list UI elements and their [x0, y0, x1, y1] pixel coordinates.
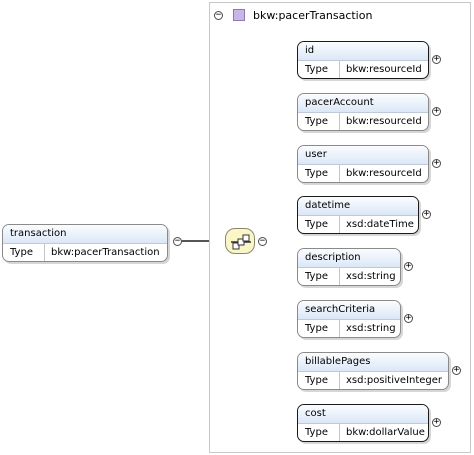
element-type-row: Type bkw:resourceId: [298, 61, 428, 78]
collapse-icon[interactable]: −: [173, 237, 182, 246]
expand-icon[interactable]: +: [404, 262, 413, 271]
sequence-compositor[interactable]: [225, 228, 255, 254]
element-billablePages[interactable]: billablePages Type xsd:positiveInteger: [297, 352, 449, 390]
expand-icon[interactable]: +: [432, 55, 441, 64]
expand-icon[interactable]: +: [452, 366, 461, 375]
type-value: bkw:dollarValue: [346, 427, 425, 438]
sequence-icon: [231, 234, 251, 250]
expand-icon[interactable]: +: [432, 107, 441, 116]
type-label: Type: [298, 216, 340, 233]
type-label: Type: [298, 61, 340, 78]
element-type-row: Type xsd:string: [298, 268, 400, 285]
complex-type-icon: [233, 9, 245, 21]
complex-type-header: − bkw:pacerTransaction: [214, 6, 372, 24]
collapse-icon[interactable]: −: [214, 10, 223, 20]
element-type-row: Type bkw:pacerTransaction: [3, 244, 167, 261]
type-label: Type: [298, 113, 340, 130]
type-label: Type: [3, 244, 45, 261]
element-pacerAccount[interactable]: pacerAccount Type bkw:resourceId: [297, 93, 429, 131]
type-value: xsd:positiveInteger: [346, 375, 443, 386]
element-name: datetime: [298, 197, 418, 216]
type-label: Type: [298, 165, 340, 182]
element-type-row: Type xsd:string: [298, 320, 400, 337]
element-name: id: [298, 42, 428, 61]
element-name: cost: [298, 405, 428, 424]
element-type-row: Type bkw:resourceId: [298, 165, 428, 182]
element-name: description: [298, 249, 400, 268]
element-searchCriteria[interactable]: searchCriteria Type xsd:string: [297, 300, 401, 338]
element-description[interactable]: description Type xsd:string: [297, 248, 401, 286]
element-id[interactable]: id Type bkw:resourceId: [297, 41, 429, 79]
element-type-row: Type bkw:resourceId: [298, 113, 428, 130]
element-user[interactable]: user Type bkw:resourceId: [297, 145, 429, 183]
expand-icon[interactable]: +: [432, 418, 441, 427]
type-value: bkw:resourceId: [346, 64, 422, 75]
element-datetime[interactable]: datetime Type xsd:dateTime: [297, 196, 419, 234]
element-cost[interactable]: cost Type bkw:dollarValue: [297, 404, 429, 442]
type-value: xsd:dateTime: [346, 219, 414, 230]
type-value: bkw:pacerTransaction: [51, 247, 160, 258]
element-name: searchCriteria: [298, 301, 400, 320]
element-name: pacerAccount: [298, 94, 428, 113]
expand-icon[interactable]: +: [432, 159, 441, 168]
element-name: transaction: [3, 225, 167, 244]
expand-icon[interactable]: +: [404, 314, 413, 323]
type-label: Type: [298, 424, 340, 441]
element-name: user: [298, 146, 428, 165]
type-label: Type: [298, 268, 340, 285]
type-value: bkw:resourceId: [346, 116, 422, 127]
root-element-transaction[interactable]: transaction Type bkw:pacerTransaction: [2, 224, 168, 262]
expand-icon[interactable]: +: [422, 210, 431, 219]
element-type-row: Type xsd:dateTime: [298, 216, 418, 233]
type-value: xsd:string: [346, 323, 396, 334]
type-label: Type: [298, 320, 340, 337]
element-name: billablePages: [298, 353, 448, 372]
type-value: xsd:string: [346, 271, 396, 282]
complex-type-name: bkw:pacerTransaction: [253, 8, 373, 22]
type-label: Type: [298, 372, 340, 389]
element-type-row: Type bkw:dollarValue: [298, 424, 428, 441]
element-type-row: Type xsd:positiveInteger: [298, 372, 448, 389]
collapse-icon[interactable]: −: [258, 237, 267, 246]
type-value: bkw:resourceId: [346, 168, 422, 179]
